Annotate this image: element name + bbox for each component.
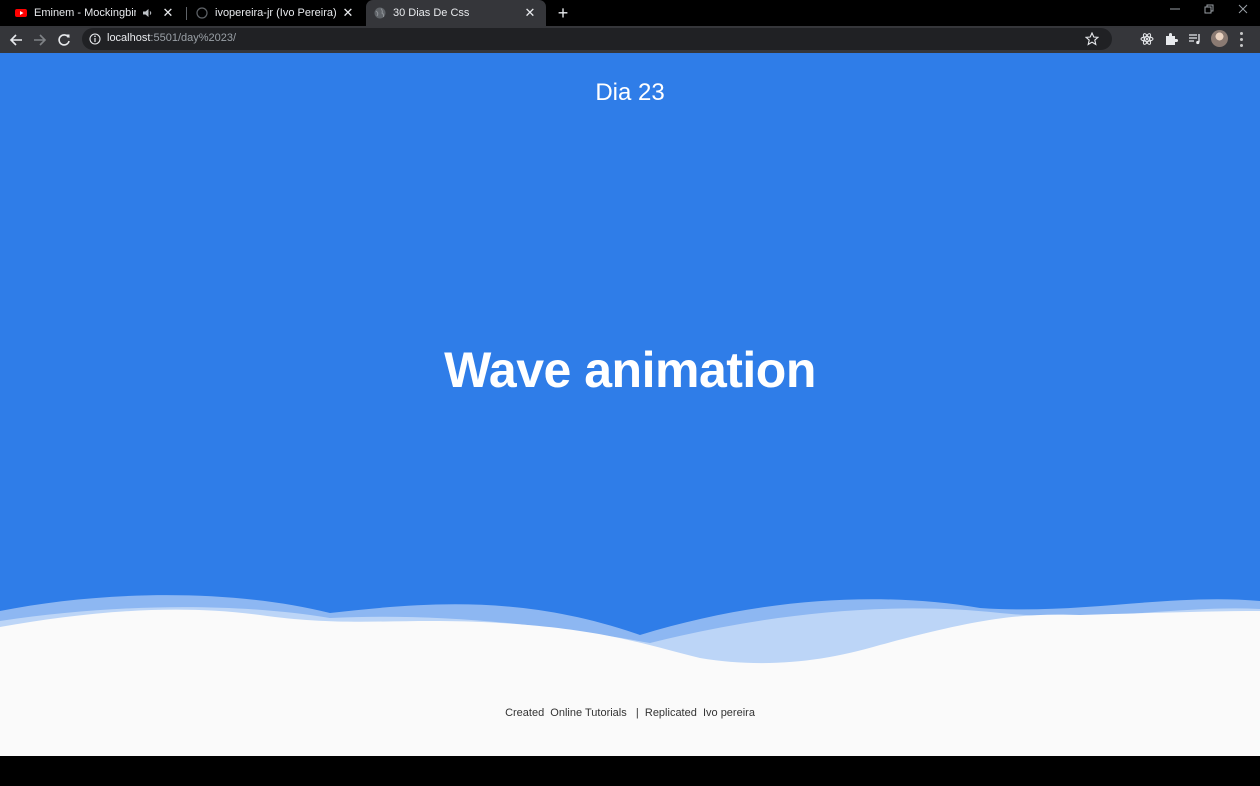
back-arrow-icon bbox=[9, 34, 22, 46]
hero-title: Wave animation bbox=[444, 342, 816, 398]
reload-button[interactable] bbox=[53, 29, 75, 51]
url-path: :5501/day%2023/ bbox=[150, 32, 237, 44]
tab-title: Eminem - Mockingbird (Offic bbox=[34, 7, 136, 19]
minimize-icon[interactable] bbox=[1163, 4, 1187, 18]
url-text: localhost:5501/day%2023/ bbox=[107, 32, 236, 44]
browser-toolbar: localhost:5501/day%2023/ bbox=[0, 26, 1260, 53]
close-window-icon[interactable] bbox=[1231, 4, 1255, 18]
footer-background bbox=[0, 693, 1260, 756]
restore-icon[interactable] bbox=[1197, 4, 1221, 18]
forward-arrow-icon bbox=[34, 34, 47, 46]
close-tab-icon[interactable]: ✕ bbox=[522, 5, 538, 21]
close-tab-icon[interactable]: ✕ bbox=[340, 5, 356, 21]
new-tab-button[interactable]: + bbox=[553, 3, 573, 23]
media-queue-icon[interactable] bbox=[1187, 31, 1203, 47]
menu-kebab-icon[interactable] bbox=[1238, 32, 1244, 48]
web-page: Dia 23 Wave animation Created Online Tut… bbox=[0, 53, 1260, 756]
close-tab-icon[interactable]: ✕ bbox=[160, 5, 176, 21]
reload-icon bbox=[58, 34, 70, 46]
bookmark-star-icon[interactable] bbox=[1085, 32, 1099, 46]
speaker-icon[interactable] bbox=[142, 7, 154, 19]
github-icon bbox=[196, 7, 208, 19]
tab-strip: Eminem - Mockingbird (Offic ✕ ivopereira… bbox=[0, 0, 1260, 26]
bottom-black-bar bbox=[0, 756, 1260, 786]
url-host: localhost bbox=[107, 32, 151, 44]
info-icon[interactable] bbox=[89, 33, 101, 45]
tab-title: 30 Dias De Css bbox=[393, 7, 470, 19]
back-button[interactable] bbox=[5, 29, 27, 51]
tab-title: ivopereira-jr (Ivo Pereira) bbox=[215, 7, 337, 19]
address-bar[interactable]: localhost:5501/day%2023/ bbox=[82, 28, 1112, 50]
day-title: Dia 23 bbox=[595, 79, 665, 106]
forward-button[interactable] bbox=[29, 29, 51, 51]
profile-avatar[interactable] bbox=[1211, 30, 1228, 47]
react-devtools-icon[interactable] bbox=[1139, 31, 1155, 47]
tab-youtube[interactable]: Eminem - Mockingbird (Offic ✕ bbox=[0, 0, 184, 26]
credits-text: Created Online Tutorials | Replicated Iv… bbox=[505, 707, 755, 719]
tab-separator bbox=[186, 7, 187, 20]
wave-decoration bbox=[0, 595, 1260, 756]
tab-30-dias-de-css[interactable]: 30 Dias De Css ✕ bbox=[366, 0, 546, 26]
puzzle-icon[interactable] bbox=[1163, 31, 1179, 47]
tab-github[interactable]: ivopereira-jr (Ivo Pereira) ✕ bbox=[188, 0, 364, 26]
youtube-icon bbox=[15, 9, 27, 17]
globe-icon bbox=[374, 7, 386, 19]
